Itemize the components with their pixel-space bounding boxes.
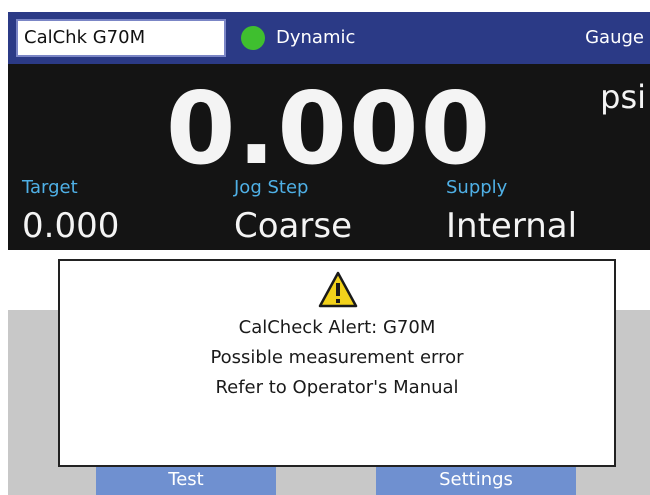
status-bar: CalChk G70M Dynamic Gauge <box>8 12 650 64</box>
supply-label: Supply <box>446 177 508 198</box>
alert-message: Possible measurement error <box>210 347 464 368</box>
alert-title: CalCheck Alert: G70M <box>238 317 436 338</box>
target-value[interactable]: 0.000 <box>22 204 119 248</box>
pressure-unit[interactable]: psi <box>600 78 646 116</box>
jog-step-label: Jog Step <box>234 177 309 198</box>
pressure-reading: 0.000 <box>165 70 493 187</box>
warning-triangle-icon <box>318 271 358 308</box>
target-label: Target <box>22 177 78 198</box>
mode-label[interactable]: Gauge <box>585 26 644 50</box>
alert-dialog[interactable]: CalCheck Alert: G70M Possible measuremen… <box>58 259 616 467</box>
status-indicator-icon <box>241 26 265 50</box>
alert-instruction: Refer to Operator's Manual <box>215 377 459 398</box>
status-text: Dynamic <box>276 27 356 48</box>
supply-value[interactable]: Internal <box>446 204 577 248</box>
device-name-field[interactable]: CalChk G70M <box>16 19 226 57</box>
jog-step-value[interactable]: Coarse <box>234 204 352 248</box>
